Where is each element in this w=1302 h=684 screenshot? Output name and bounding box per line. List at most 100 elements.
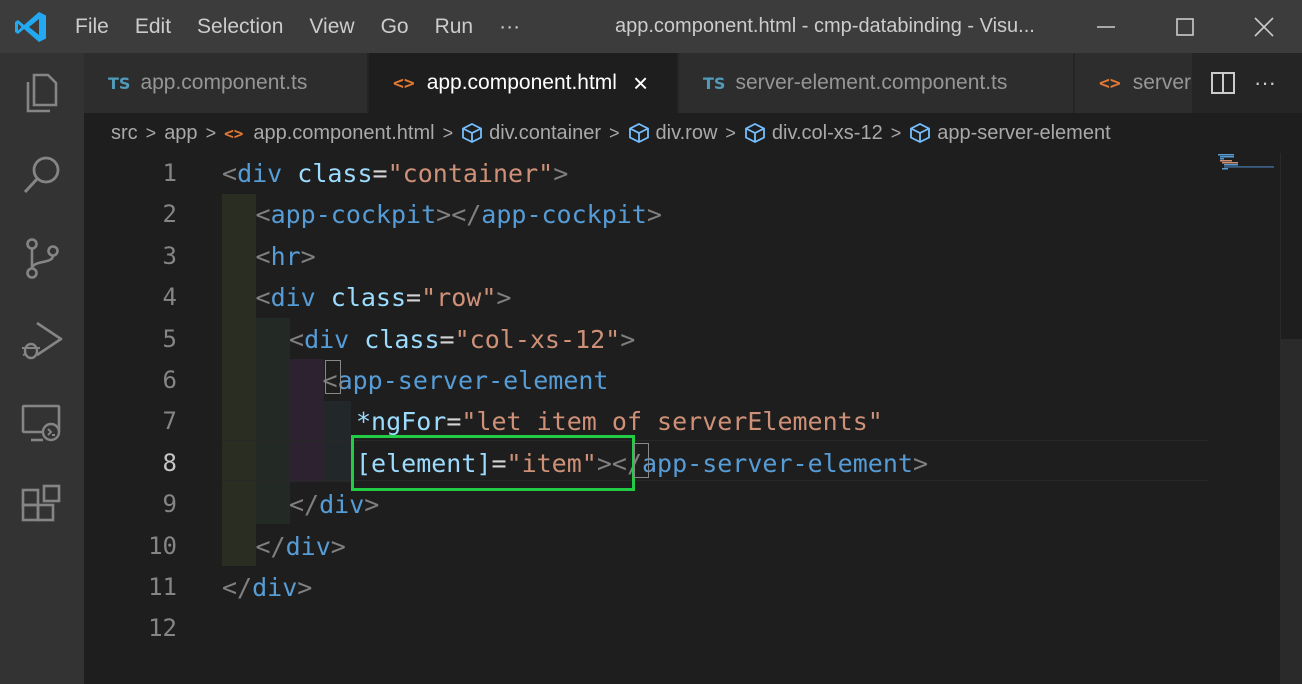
source-control-button[interactable]: [0, 218, 84, 298]
code-token: *ngFor: [356, 407, 447, 437]
breadcrumb-separator: >: [890, 122, 902, 143]
html-file-icon: <>: [393, 72, 415, 94]
breadcrumb-separator: >: [725, 122, 736, 143]
code-token: </: [255, 531, 286, 561]
remote-explorer-button[interactable]: [0, 383, 84, 463]
split-editor-button[interactable]: [1210, 70, 1236, 96]
code-token: "let item of serverElements": [461, 407, 883, 437]
code-token: </: [289, 490, 320, 520]
breadcrumb-src[interactable]: src: [111, 122, 138, 145]
code-token: div: [285, 531, 331, 561]
code-token: >: [330, 531, 346, 561]
typescript-file-icon: TS: [108, 73, 131, 93]
code-token: =: [439, 324, 455, 354]
line-number: 1: [162, 159, 177, 187]
element-cube-icon: [744, 122, 766, 144]
tab-server-element-component-ts[interactable]: TS server-element.component.ts: [679, 53, 1074, 113]
code-line: <div class="container">: [222, 153, 568, 194]
code-token: >: [553, 159, 569, 188]
line-number: 5: [162, 324, 177, 353]
code-token: >: [912, 448, 928, 478]
code-token: app-server-element: [642, 448, 913, 478]
code-token: app-server-element: [337, 366, 609, 395]
maximize-button[interactable]: [1145, 0, 1225, 53]
activity-bar: [0, 53, 84, 684]
line-number: 2: [162, 200, 177, 229]
menu-file[interactable]: File: [62, 0, 122, 53]
breadcrumb-file-label: app.component.html: [253, 121, 435, 144]
menu-edit[interactable]: Edit: [122, 0, 184, 53]
vertical-scrollbar[interactable]: [1280, 153, 1302, 684]
menu-run[interactable]: Run: [422, 0, 487, 53]
more-actions-button[interactable]: ···: [1254, 70, 1276, 96]
code-token: >: [364, 490, 380, 520]
tab-server-element-html[interactable]: <> server-: [1075, 53, 1193, 113]
breadcrumb-div-row[interactable]: div.row: [628, 122, 717, 145]
code-line: </div>: [256, 526, 346, 567]
breadcrumb: src > app > <> app.component.html > div.…: [84, 113, 1302, 153]
code-token: app-cockpit: [481, 200, 647, 230]
indent-guide-level-2: [256, 318, 290, 524]
code-token: >: [620, 324, 636, 354]
code-editor[interactable]: 1 2 3 4 5 6 7 8 9 10 11 12 <div class="container"> <…: [84, 153, 1302, 684]
breadcrumb-div-container[interactable]: div.container: [461, 122, 601, 145]
indent-guide-level-1: [222, 194, 256, 566]
code-token: div: [270, 283, 316, 313]
breadcrumb-file[interactable]: <> app.component.html: [224, 122, 435, 145]
tab-label: app.component.ts: [140, 71, 308, 94]
code-token: "col-xs-12": [454, 324, 621, 354]
line-number: 7: [162, 407, 177, 436]
breadcrumb-separator: >: [442, 122, 454, 143]
tab-app-component-html[interactable]: <> app.component.html ×: [369, 53, 678, 113]
code-token: >: [496, 283, 512, 313]
title-bar: File Edit Selection View Go Run ··· app.…: [0, 0, 1302, 53]
source-control-icon: [26, 238, 59, 279]
menu-view[interactable]: View: [296, 0, 367, 53]
bracket-match-close: [634, 443, 649, 478]
breadcrumb-label: app-server-element: [937, 121, 1111, 144]
code-token: </: [222, 573, 253, 602]
code-token: <: [289, 324, 305, 354]
line-number: 9: [162, 490, 177, 519]
tab-app-component-ts[interactable]: TS app.component.ts: [84, 53, 368, 113]
line-number: 8: [162, 448, 177, 477]
menu-selection[interactable]: Selection: [184, 0, 296, 53]
breadcrumb-app[interactable]: app: [164, 122, 197, 145]
explorer-button[interactable]: [0, 53, 84, 133]
scrollbar-thumb[interactable]: [1280, 339, 1302, 684]
run-debug-icon: [22, 321, 63, 360]
code-line: <div class="row">: [256, 277, 512, 318]
remote-explorer-icon: [21, 404, 61, 442]
breadcrumb-div-col[interactable]: div.col-xs-12: [744, 122, 883, 145]
element-cube-icon: [628, 122, 650, 144]
breadcrumb-label: div.col-xs-12: [771, 121, 883, 144]
line-number: 6: [162, 366, 177, 394]
editor-actions: ···: [1206, 53, 1302, 113]
bracket-match-open: [325, 360, 341, 394]
extensions-button[interactable]: [0, 466, 84, 546]
tab-label: server-element.component.ts: [735, 71, 1008, 94]
menu-go[interactable]: Go: [368, 0, 422, 53]
run-debug-button[interactable]: [0, 300, 84, 380]
menu-more[interactable]: ···: [486, 0, 533, 53]
search-button[interactable]: [0, 135, 84, 215]
code-token: =: [446, 407, 462, 437]
minimize-button[interactable]: [1066, 0, 1146, 53]
highlight-annotation-box: [351, 435, 635, 491]
typescript-file-icon: TS: [703, 73, 726, 93]
code-token: <: [222, 159, 238, 188]
breadcrumb-app-server-element[interactable]: app-server-element: [909, 121, 1111, 145]
code-token: div: [319, 490, 365, 520]
line-number: 11: [148, 573, 177, 601]
minimap[interactable]: [1218, 153, 1280, 173]
menu-bar: File Edit Selection View Go Run ···: [62, 0, 533, 53]
tab-label: app.component.html: [426, 71, 617, 94]
tab-close-button[interactable]: ×: [633, 70, 648, 96]
close-window-button[interactable]: [1224, 0, 1302, 53]
line-number: 10: [148, 531, 177, 560]
code-token: "container": [387, 159, 554, 188]
code-line: <app-server-element: [323, 360, 609, 401]
explorer-files-icon: [26, 73, 58, 113]
